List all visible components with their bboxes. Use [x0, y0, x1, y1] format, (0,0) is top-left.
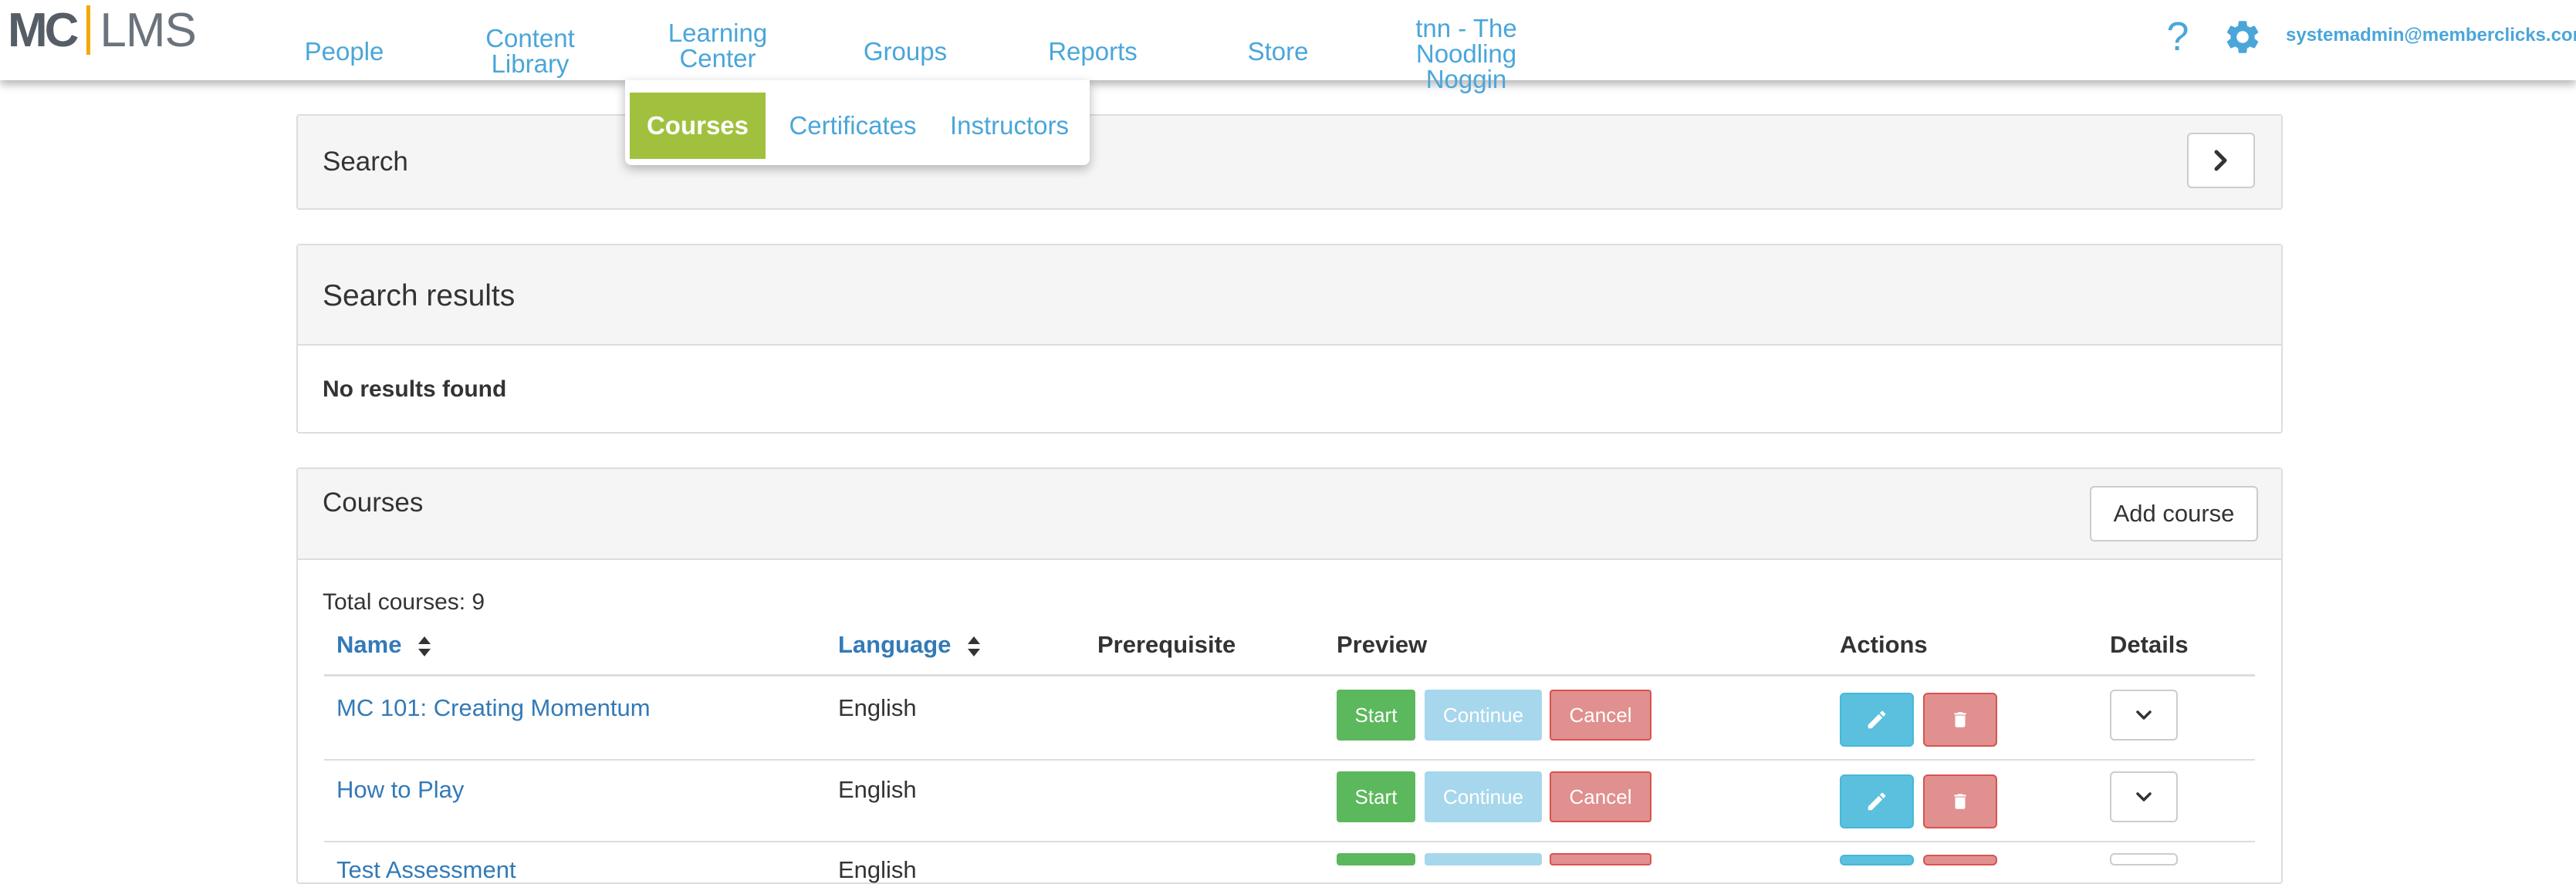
submenu-courses[interactable]: Courses	[630, 93, 766, 159]
search-expand-button[interactable]	[2187, 133, 2255, 188]
course-name-link[interactable]: MC 101: Creating Momentum	[336, 694, 651, 722]
nav-store-label: Store	[1247, 36, 1309, 66]
total-courses-label: Total courses: 9	[323, 589, 485, 615]
no-results-message: No results found	[323, 376, 507, 402]
edit-course-button[interactable]	[1840, 693, 1914, 747]
search-panel-title: Search	[323, 147, 408, 177]
nav-site-line3: Noggin	[1425, 64, 1507, 93]
preview-continue-button[interactable]: Continue	[1425, 771, 1542, 822]
nav-content-library-line1: Content	[485, 24, 575, 52]
preview-start-button[interactable]: Start	[1337, 690, 1415, 741]
delete-course-button[interactable]	[1923, 774, 1997, 828]
nav-learning-center-line1: Learning	[668, 19, 768, 47]
logo-lms-text: LMS	[100, 3, 196, 57]
sort-icon	[968, 636, 981, 656]
nav-people[interactable]: People	[286, 0, 403, 80]
preview-cancel-button[interactable]: Cancel	[1550, 690, 1651, 741]
column-header-prerequisite: Prerequisite	[1097, 631, 1236, 658]
nav-reports-label: Reports	[1048, 36, 1138, 66]
sort-icon	[418, 636, 431, 656]
courses-panel-title: Courses	[323, 488, 424, 518]
details-toggle-button[interactable]	[2110, 771, 2178, 822]
search-results-header: Search results	[298, 245, 2281, 346]
nav-content-library-line2: Library	[491, 49, 570, 78]
edit-course-button[interactable]	[1840, 855, 1914, 865]
course-name-link[interactable]: How to Play	[336, 776, 464, 804]
nav-reports[interactable]: Reports	[1031, 0, 1154, 80]
course-language: English	[838, 776, 917, 803]
submenu-certificates[interactable]: Certificates	[781, 93, 925, 159]
search-results-title: Search results	[323, 279, 516, 312]
preview-cancel-button[interactable]: Cancel	[1550, 771, 1651, 822]
row-divider	[324, 841, 2255, 842]
submenu-instructors[interactable]: Instructors	[940, 93, 1079, 159]
add-course-button[interactable]: Add course	[2090, 486, 2258, 542]
nav-store[interactable]: Store	[1230, 0, 1326, 80]
column-header-actions: Actions	[1840, 631, 1928, 658]
course-language: English	[838, 694, 917, 721]
nav-groups-label: Groups	[863, 36, 948, 66]
course-name-link[interactable]: Test Assessment	[336, 856, 516, 884]
preview-continue-button[interactable]: Continue	[1425, 690, 1542, 741]
learning-center-submenu: Courses Certificates Instructors	[625, 80, 1090, 165]
preview-cancel-button[interactable]	[1550, 853, 1651, 865]
column-header-name-label: Name	[336, 631, 402, 658]
chevron-right-icon	[2214, 150, 2227, 171]
nav-site-tnn[interactable]: tnn - The Noodling Noggin	[1395, 0, 1537, 92]
pencil-icon	[1868, 792, 1886, 811]
edit-course-button[interactable]	[1840, 774, 1914, 828]
chevron-down-icon	[2136, 792, 2152, 801]
nav-people-label: People	[304, 36, 384, 66]
mc-lms-logo[interactable]: MC LMS	[8, 3, 197, 57]
preview-continue-button[interactable]	[1425, 853, 1542, 865]
nav-site-line2: Noodling	[1415, 39, 1517, 68]
search-panel: Search	[296, 114, 2283, 210]
trash-icon	[1954, 794, 1966, 809]
courses-panel-header: Courses Add course	[298, 469, 2281, 560]
column-header-details: Details	[2110, 631, 2189, 658]
details-toggle-button[interactable]	[2110, 853, 2178, 865]
column-header-language[interactable]: Language	[838, 631, 981, 659]
nav-site-line1: tnn - The	[1415, 13, 1517, 42]
trash-icon	[1954, 712, 1966, 727]
user-email-menu[interactable]: systemadmin@memberclicks.com	[2286, 25, 2576, 46]
course-language: English	[838, 856, 917, 883]
gear-icon[interactable]	[2223, 17, 2263, 57]
table-header-divider	[324, 674, 2255, 676]
row-divider	[324, 759, 2255, 761]
search-panel-header[interactable]: Search	[298, 116, 2281, 208]
column-header-language-label: Language	[838, 631, 952, 658]
nav-groups[interactable]: Groups	[844, 0, 966, 80]
delete-course-button[interactable]	[1923, 693, 1997, 747]
pencil-icon	[1868, 710, 1886, 729]
nav-learning-center-line2: Center	[679, 44, 756, 73]
column-header-name[interactable]: Name	[336, 631, 431, 659]
preview-start-button[interactable]: Start	[1337, 771, 1415, 822]
top-navigation-bar: MC LMS People Content Library Learning C…	[0, 0, 2576, 92]
nav-content-library[interactable]: Content Library	[468, 0, 593, 80]
chevron-down-icon	[2136, 710, 2152, 720]
preview-start-button[interactable]	[1337, 853, 1415, 865]
details-toggle-button[interactable]	[2110, 690, 2178, 741]
nav-learning-center[interactable]: Learning Center	[625, 0, 810, 80]
search-results-panel: Search results No results found	[296, 244, 2283, 434]
help-icon[interactable]: ?	[2161, 14, 2195, 60]
delete-course-button[interactable]	[1923, 855, 1997, 865]
logo-mc-text: MC	[8, 3, 79, 57]
column-header-preview: Preview	[1337, 631, 1428, 658]
logo-divider	[86, 5, 91, 55]
